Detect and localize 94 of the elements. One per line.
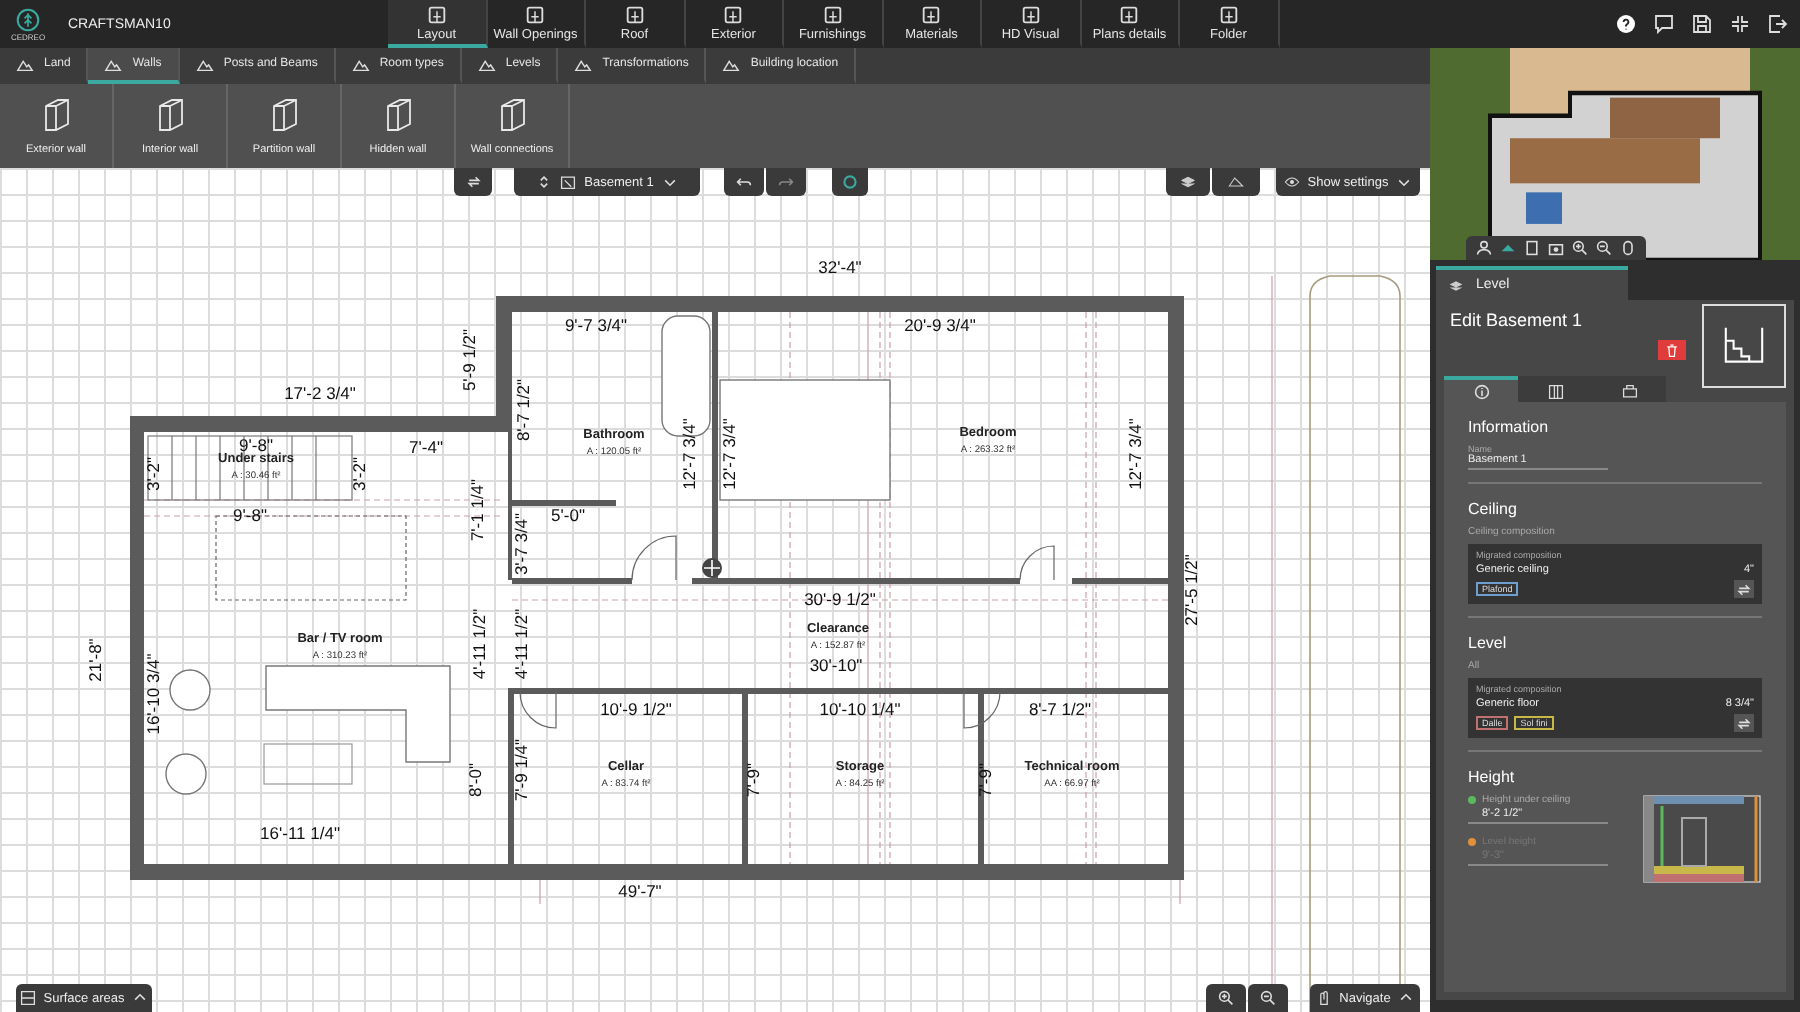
exit-icon[interactable] (1768, 14, 1788, 34)
dimension-label: 20'-9 3/4" (904, 314, 976, 335)
settings-tab[interactable] (1592, 376, 1666, 402)
dimension-label: 8'-7 1/2" (512, 378, 533, 442)
dimension-label: 8'-7 1/2" (1028, 698, 1092, 719)
help-icon[interactable] (1616, 14, 1636, 34)
wall-section-drawing (1642, 794, 1762, 884)
stepper-icon[interactable] (536, 174, 553, 190)
mountain-icon (16, 55, 34, 73)
ring-icon (842, 174, 858, 190)
swap-icon (465, 174, 481, 190)
door-drawing (1019, 545, 1055, 581)
move-cursor-icon (702, 558, 722, 578)
dimension-label: 30'-10" (809, 654, 863, 675)
dimension-label: 3'-2" (142, 457, 163, 491)
section-heading: Ceiling (1468, 500, 1519, 518)
zoom-in-icon[interactable] (1572, 240, 1588, 256)
dimension-label: 32'-4" (818, 256, 862, 277)
dimension-label: 10'-9 1/2" (600, 698, 672, 719)
trash-icon (1664, 342, 1680, 358)
door-drawing (963, 691, 1001, 729)
level-plan-icon (560, 174, 577, 190)
dimension-label: 10'-10 1/4" (819, 698, 901, 719)
dimension-label: 30'-9 1/2" (804, 588, 876, 609)
columns-icon (1547, 383, 1563, 399)
dimension-label: 5'-9 1/2" (458, 328, 479, 392)
chevron-up-icon (132, 990, 149, 1006)
armchair-drawing (165, 753, 207, 795)
save-icon[interactable] (1692, 14, 1712, 34)
dimension-label: 4'-11 1/2" (468, 608, 489, 680)
logo-icon (16, 7, 40, 31)
chevron-down-icon (1396, 174, 1413, 190)
section-heading: Information (1468, 418, 1551, 436)
hand-icon (1315, 990, 1332, 1006)
dimension-label: 7'-1 1/4" (466, 478, 487, 542)
rug-drawing (263, 743, 353, 785)
person-icon[interactable] (1476, 240, 1492, 256)
dimension-label: 3'-7 3/4" (510, 512, 531, 576)
floor-icon[interactable] (1524, 240, 1540, 256)
layers-button[interactable] (1166, 168, 1210, 196)
dimension-label: 8'-0" (464, 763, 485, 797)
door-drawing (519, 691, 557, 729)
mouse-icon[interactable] (1620, 240, 1636, 256)
dimension-label: 5'-0" (551, 504, 585, 525)
dimension-label: 16'-10 3/4" (142, 653, 163, 735)
chevron-up-icon (1398, 990, 1415, 1006)
panel-title: Edit Basement 1 (1448, 308, 1585, 330)
view-icon (1621, 383, 1637, 399)
dimension-label: 7'-9 1/4" (510, 738, 531, 802)
swap-icon (1736, 581, 1752, 597)
zoom-out-icon[interactable] (1596, 240, 1612, 256)
zoom-in-icon (1218, 990, 1234, 1006)
dimension-label: 27'-5 1/2" (1180, 554, 1201, 626)
zoom-out-icon (1260, 990, 1276, 1006)
undo-button[interactable] (724, 168, 764, 196)
replace-button[interactable] (1734, 580, 1754, 598)
dimension-label: 49'-7" (618, 880, 662, 901)
dimension-label: 21'-8" (84, 638, 105, 682)
chat-icon[interactable] (1654, 14, 1674, 34)
settings-tab[interactable] (1518, 376, 1592, 402)
settings-tab[interactable] (1444, 376, 1518, 402)
delete-button[interactable] (1658, 340, 1686, 360)
dimension-label: 9'-7 3/4" (564, 314, 628, 335)
info-icon (1473, 383, 1489, 399)
swap-icon (1736, 715, 1752, 731)
redo-icon (778, 174, 794, 190)
section-heading: Height (1468, 768, 1517, 786)
dimension-label: 9'-8" (233, 504, 267, 525)
area-icon (19, 990, 36, 1006)
dimension-label: 9'-8" (239, 434, 273, 455)
collapse-icon[interactable] (1730, 14, 1750, 34)
dimension-label: 12'-7 3/4" (718, 418, 739, 490)
dimension-label: 17'-2 3/4" (284, 382, 356, 403)
eye-icon (1283, 174, 1300, 190)
dimension-label: 12'-7 3/4" (678, 418, 699, 490)
chevron-down-icon (661, 174, 678, 190)
roof-view-button[interactable] (1212, 168, 1260, 196)
dimension-label: 7'-4" (409, 436, 443, 457)
dimension-label: 12'-7 3/4" (1124, 418, 1145, 490)
dimension-label: 7'-9" (742, 763, 763, 797)
swap-button[interactable] (454, 168, 492, 196)
sync-button[interactable] (832, 168, 868, 196)
redo-button[interactable] (766, 168, 806, 196)
section-heading: Level (1468, 634, 1509, 652)
undo-icon (736, 174, 752, 190)
zoom-out-button[interactable] (1248, 984, 1288, 1012)
replace-button[interactable] (1734, 714, 1754, 732)
door-drawing (631, 535, 677, 581)
dimension-label: 16'-11 1/4" (260, 822, 340, 843)
armchair-drawing (169, 669, 211, 711)
dimension-label: 4'-11 1/2" (510, 608, 531, 680)
zoom-in-button[interactable] (1206, 984, 1246, 1012)
dimension-label: 3'-2" (348, 457, 369, 491)
dimension-label: 7'-9" (974, 763, 995, 797)
